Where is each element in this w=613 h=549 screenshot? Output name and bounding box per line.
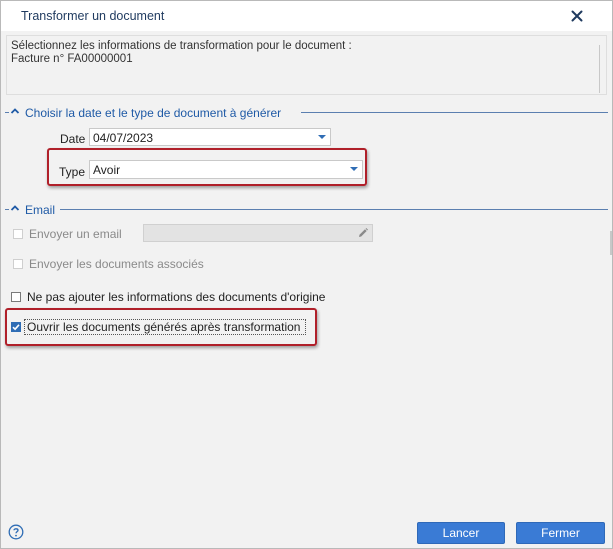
date-value: 04/07/2023 — [93, 131, 154, 145]
dialog-scrollbar[interactable] — [610, 231, 612, 255]
send-email-checkbox[interactable] — [13, 229, 23, 239]
open-generated-docs-label: Ouvrir les documents générés après trans… — [27, 320, 301, 334]
date-label: Date — [60, 132, 86, 146]
open-generated-docs-checkbox[interactable] — [11, 322, 21, 332]
dialog-title: Transformer un document — [21, 9, 165, 23]
chevron-up-icon — [10, 108, 20, 114]
info-document-number: Facture n° FA00000001 — [11, 53, 133, 65]
type-label: Type — [59, 165, 86, 179]
type-value: Avoir — [93, 163, 121, 177]
email-field[interactable] — [143, 224, 373, 242]
title-bar: Transformer un document — [1, 1, 612, 31]
check-icon — [12, 324, 20, 331]
send-linked-docs-checkbox[interactable] — [13, 259, 23, 269]
close-icon — [571, 10, 583, 22]
close-button[interactable] — [565, 4, 589, 28]
type-select[interactable]: Avoir — [89, 160, 363, 179]
send-email-label: Envoyer un email — [29, 227, 122, 241]
section-divider — [5, 112, 9, 113]
date-picker[interactable]: 04/07/2023 — [89, 128, 331, 146]
section-divider — [301, 112, 608, 113]
chevron-down-icon — [318, 135, 326, 139]
chevron-up-icon — [10, 205, 20, 211]
chevron-down-icon — [350, 167, 358, 171]
pencil-icon[interactable] — [357, 227, 369, 239]
dialog-window: Transformer un document Sélectionnez les… — [0, 0, 613, 549]
send-linked-docs-label: Envoyer les documents associés — [29, 257, 204, 271]
info-instruction: Sélectionnez les informations de transfo… — [11, 40, 352, 52]
section-email-title: Email — [25, 203, 56, 217]
section-divider — [5, 209, 9, 210]
close-dialog-button[interactable]: Fermer — [516, 522, 605, 544]
help-icon[interactable] — [8, 524, 24, 540]
section-divider — [60, 209, 608, 210]
section-date-type-title: Choisir la date et le type de document à… — [25, 106, 282, 120]
info-scrollbar[interactable] — [599, 45, 600, 93]
no-origin-info-checkbox[interactable] — [11, 292, 21, 302]
document-info-box: Sélectionnez les informations de transfo… — [6, 35, 607, 95]
no-origin-info-label: Ne pas ajouter les informations des docu… — [27, 290, 326, 304]
launch-button[interactable]: Lancer — [417, 522, 505, 544]
